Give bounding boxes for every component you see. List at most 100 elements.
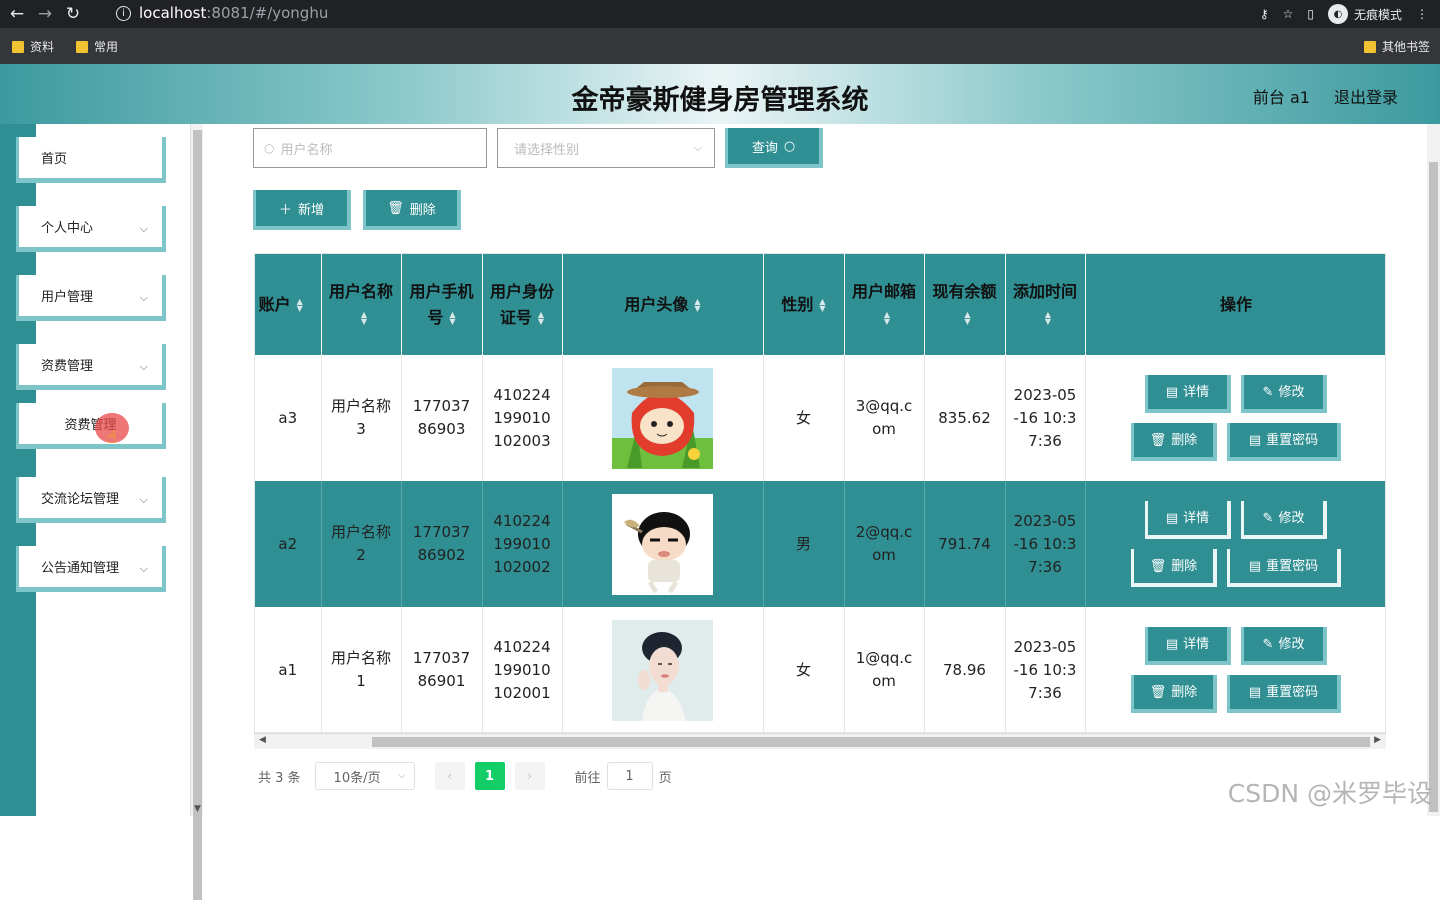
sort-icon[interactable]: ▲ ▼ <box>449 311 455 326</box>
row-delete-button[interactable]: 🗑 删除 <box>1131 423 1217 461</box>
reset-password-button[interactable]: ▤ 重置密码 <box>1227 423 1341 461</box>
sidebar-item-personal[interactable]: 个人中心 ⌵ <box>16 206 166 252</box>
document-icon: ▤ <box>1165 384 1179 400</box>
other-bookmarks[interactable]: 其他书签 <box>1364 38 1430 55</box>
search-icon: ○ <box>264 141 275 155</box>
cell-actions: ▤ 详情 ✎ 修改 🗑 删除 ▤ 重置密码 <box>1085 481 1385 607</box>
sidebar-item-label: 用户管理 <box>41 290 94 305</box>
url-host: localhost <box>139 4 207 22</box>
key-icon[interactable]: ⚷ <box>1260 7 1269 21</box>
address-bar[interactable]: i localhost:8081/#/yonghu <box>106 0 1206 26</box>
avatar[interactable] <box>612 367 713 469</box>
button-label: 删除 <box>409 202 436 218</box>
header-label: 性别 <box>781 294 814 314</box>
sort-icon[interactable]: ▲ ▼ <box>694 298 700 313</box>
col-avatar[interactable]: 用户头像 ▲ ▼ <box>562 254 764 355</box>
prev-page-button[interactable]: ‹ <box>434 762 465 790</box>
header-label: 用户头像 <box>624 294 689 314</box>
col-time[interactable]: 添加时间 ▲ ▼ <box>1005 254 1086 355</box>
button-label: 删除 <box>1171 684 1198 700</box>
detail-button[interactable]: ▤ 详情 <box>1145 501 1231 539</box>
table-scrollbar[interactable]: ◀ ▶ <box>254 733 1386 749</box>
scroll-right-icon[interactable]: ▶ <box>1374 735 1381 745</box>
logout-link[interactable]: 退出登录 <box>1334 84 1398 108</box>
sort-icon[interactable]: ▲ ▼ <box>819 298 825 313</box>
edit-button[interactable]: ✎ 修改 <box>1241 501 1327 539</box>
page-size-select[interactable]: 10条/页 ⌵ <box>314 762 415 790</box>
col-balance[interactable]: 现有余额 ▲ ▼ <box>924 254 1006 355</box>
sidebar-item-fees[interactable]: 资费管理 ⌵ <box>16 344 166 390</box>
trash-icon: 🗑 <box>387 200 404 216</box>
sidepanel-icon[interactable]: ▯ <box>1307 7 1314 21</box>
document-icon: ▤ <box>1165 510 1179 526</box>
front-link[interactable]: 前台 a1 <box>1253 84 1310 108</box>
sidebar-item-label: 个人中心 <box>41 221 94 236</box>
edit-button[interactable]: ✎ 修改 <box>1241 627 1327 665</box>
sidebar-item-forum[interactable]: 交流论坛管理 ⌵ <box>16 477 166 523</box>
col-name[interactable]: 用户名称 ▲ ▼ <box>321 254 402 355</box>
sidebar-subitem-fees[interactable]: 资费管理 <box>16 403 166 449</box>
col-idcard[interactable]: 用户身份证号 ▲ ▼ <box>482 254 563 355</box>
col-phone[interactable]: 用户手机号 ▲ ▼ <box>401 254 483 355</box>
detail-button[interactable]: ▤ 详情 <box>1145 627 1231 665</box>
sidebar-item-notice[interactable]: 公告通知管理 ⌵ <box>16 546 166 592</box>
chevron-down-icon: ⌵ <box>139 291 148 304</box>
bookmark-folder[interactable]: 资料 <box>12 38 54 55</box>
goto-page-input[interactable]: 1 <box>606 762 653 790</box>
sidebar-item-home[interactable]: 首页 <box>16 137 166 183</box>
col-account[interactable]: 账户 ▲ ▼ <box>255 254 322 355</box>
next-page-button[interactable]: › <box>514 762 545 790</box>
incognito-indicator[interactable]: ◐ 无痕模式 <box>1327 4 1402 24</box>
sort-icon[interactable]: ▲ ▼ <box>884 311 890 326</box>
table-row: a2 用户名称2 17703786902 410224199010102002 … <box>255 481 1385 607</box>
avatar[interactable] <box>612 493 713 595</box>
edit-button[interactable]: ✎ 修改 <box>1241 375 1327 413</box>
sort-icon[interactable]: ▲ ▼ <box>538 311 544 326</box>
page-number[interactable]: 1 <box>474 762 505 790</box>
scrollbar-thumb[interactable] <box>372 737 1370 747</box>
back-icon[interactable]: ← <box>6 3 28 25</box>
sidebar-item-users[interactable]: 用户管理 ⌵ <box>16 275 166 321</box>
star-icon[interactable]: ☆ <box>1283 7 1294 21</box>
col-email[interactable]: 用户邮箱 ▲ ▼ <box>844 254 925 355</box>
cell-gender: 男 <box>763 481 845 607</box>
row-delete-button[interactable]: 🗑 删除 <box>1131 675 1217 713</box>
sidebar-item-label: 资费管理 <box>41 359 94 374</box>
query-button[interactable]: 查询 ○ <box>725 128 823 168</box>
page-scrollbar[interactable] <box>1427 124 1440 816</box>
button-label: 重置密码 <box>1266 684 1319 700</box>
reset-password-button[interactable]: ▤ 重置密码 <box>1227 675 1341 713</box>
scroll-down-icon[interactable]: ▼ <box>194 804 201 814</box>
sort-icon[interactable]: ▲ ▼ <box>297 298 303 313</box>
reload-icon[interactable]: ↻ <box>62 3 84 25</box>
row-delete-button[interactable]: 🗑 删除 <box>1131 549 1217 587</box>
cell-idcard: 410224199010102003 <box>482 355 563 481</box>
reset-password-button[interactable]: ▤ 重置密码 <box>1227 549 1341 587</box>
sidebar-scrollbar[interactable]: ▼ <box>190 124 203 900</box>
scrollbar-thumb[interactable] <box>1429 162 1438 812</box>
user-table: 账户 ▲ ▼ 用户名称▲ ▼ 用户手机号 ▲ ▼ 用户身份证号 ▲ ▼ 用户头像 ▲ ▼ 性别 ▲ ▼… <box>254 253 1386 733</box>
cell-email: 2@qq.com <box>844 481 925 607</box>
gender-select[interactable]: 请选择性别 ⌵ <box>497 128 715 168</box>
header-label: 账户 <box>258 294 291 314</box>
button-label: 重置密码 <box>1266 432 1319 448</box>
sort-icon[interactable]: ▲ ▼ <box>361 311 367 326</box>
search-icon: ○ <box>783 138 796 154</box>
cell-phone: 17703786901 <box>401 607 483 732</box>
menu-icon[interactable]: ⋮ <box>1416 7 1428 21</box>
bookmark-folder[interactable]: 常用 <box>76 38 118 55</box>
avatar[interactable] <box>612 619 713 721</box>
delete-button[interactable]: 🗑 删除 <box>363 190 461 230</box>
search-name-input[interactable]: ○ 用户名称 <box>253 128 487 168</box>
detail-button[interactable]: ▤ 详情 <box>1145 375 1231 413</box>
col-gender[interactable]: 性别 ▲ ▼ <box>763 254 845 355</box>
cell-idcard: 410224199010102001 <box>482 607 563 732</box>
scrollbar-thumb[interactable] <box>193 130 202 900</box>
scroll-left-icon[interactable]: ◀ <box>259 735 266 745</box>
info-icon[interactable]: i <box>116 5 131 21</box>
sort-icon[interactable]: ▲ ▼ <box>964 311 970 326</box>
bookmarks-bar: 资料 常用 其他书签 <box>0 28 1440 64</box>
sort-icon[interactable]: ▲ ▼ <box>1045 311 1051 326</box>
forward-icon[interactable]: → <box>34 3 56 25</box>
add-button[interactable]: ＋ 新增 <box>253 190 351 230</box>
